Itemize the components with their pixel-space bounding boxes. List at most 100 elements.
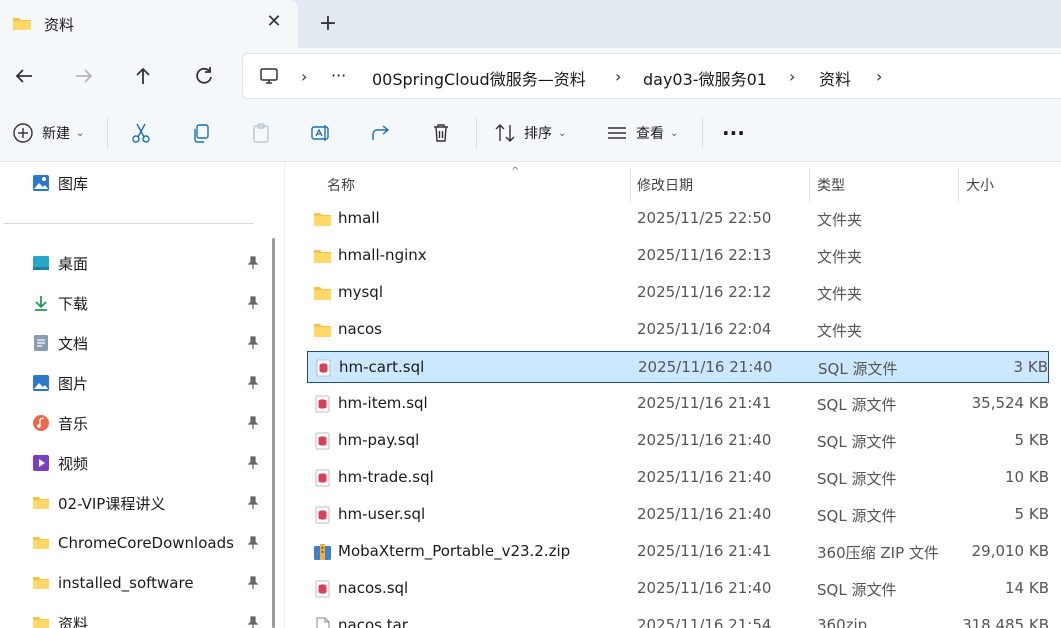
file-size: 5 KB — [1014, 431, 1049, 449]
file-name: hm-cart.sql — [339, 358, 425, 376]
back-button[interactable] — [10, 62, 38, 90]
column-divider[interactable] — [809, 168, 810, 202]
trash-icon — [434, 124, 448, 142]
paste-button[interactable] — [250, 117, 272, 149]
file-name: nacos — [338, 320, 382, 338]
toolbar-divider — [702, 118, 703, 148]
column-divider[interactable] — [630, 168, 631, 202]
breadcrumb-more[interactable]: ··· — [331, 66, 346, 85]
file-row[interactable]: mysql 2025/11/16 22:12 文件夹 — [307, 277, 1049, 309]
pin-icon[interactable] — [246, 256, 260, 270]
copy-button[interactable] — [190, 117, 212, 149]
file-row[interactable]: hm-pay.sql 2025/11/16 21:40 SQL 源文件 5 KB — [307, 425, 1049, 457]
arrow-up-icon — [136, 67, 150, 84]
file-row[interactable]: nacos.sql 2025/11/16 21:40 SQL 源文件 14 KB — [307, 573, 1049, 605]
file-row[interactable]: nacos 2025/11/16 22:04 文件夹 — [307, 314, 1049, 346]
folder-icon — [314, 250, 331, 263]
sort-button[interactable]: 排序 ⌄ — [494, 117, 566, 149]
file-row[interactable]: hm-trade.sql 2025/11/16 21:40 SQL 源文件 10 KB — [307, 462, 1049, 494]
cut-button[interactable] — [130, 117, 152, 149]
pin-icon[interactable] — [246, 536, 260, 550]
column-header-size[interactable]: 大小 — [966, 168, 1046, 202]
toolbar-divider — [476, 118, 477, 148]
pin-icon[interactable] — [246, 496, 260, 510]
file-type: 360压缩 ZIP 文件 — [817, 544, 939, 562]
sidebar-item-documents[interactable]: 文档 — [32, 331, 88, 355]
close-icon[interactable]: ✕ — [264, 12, 284, 32]
file-type: 文件夹 — [817, 322, 863, 340]
folder-icon — [33, 617, 49, 628]
column-header-name[interactable]: 名称 ^ — [327, 166, 633, 202]
pin-icon[interactable] — [246, 616, 260, 628]
sidebar-item-vip-course[interactable]: 02-VIP课程讲义 — [32, 491, 165, 515]
column-header-date[interactable]: 修改日期 — [637, 168, 807, 202]
address-bar[interactable]: › ··· 00SpringCloud微服务—资料 › day03-微服务01 … — [242, 53, 1061, 99]
file-date: 2025/11/16 21:40 — [637, 431, 772, 449]
folder-icon — [33, 537, 49, 549]
pin-icon[interactable] — [246, 336, 260, 350]
up-button[interactable] — [129, 62, 157, 90]
sidebar-item-materials[interactable]: 资料 — [32, 611, 88, 628]
sidebar-item-label: 下载 — [58, 294, 89, 313]
sidebar-item-installed-software[interactable]: installed_software — [32, 571, 194, 595]
file-row[interactable]: nacos.tar 2025/11/16 21:54 360zip 318,485 K… — [307, 610, 1049, 628]
pin-icon[interactable] — [246, 296, 260, 310]
rename-button[interactable] — [310, 117, 332, 149]
share-button[interactable] — [370, 117, 392, 149]
sidebar-item-pictures[interactable]: 图片 — [32, 371, 88, 395]
new-tab-button[interactable]: + — [316, 12, 340, 36]
file-date: 2025/11/16 21:40 — [638, 358, 773, 376]
folder-icon — [314, 213, 331, 226]
file-row[interactable]: hmall-nginx 2025/11/16 22:13 文件夹 — [307, 240, 1049, 272]
sidebar-item-videos[interactable]: 视频 — [32, 451, 88, 475]
share-icon — [372, 125, 390, 140]
column-header-label: 大小 — [966, 178, 994, 194]
file-name: hm-user.sql — [338, 505, 426, 523]
copy-icon — [194, 124, 209, 143]
view-button[interactable]: 查看 ⌄ — [606, 117, 678, 149]
more-options-button[interactable]: ··· — [722, 117, 745, 149]
breadcrumb-item[interactable]: 资料 — [819, 66, 851, 90]
pin-icon[interactable] — [246, 376, 260, 390]
file-size: 3 KB — [1013, 358, 1048, 376]
file-row[interactable]: MobaXterm_Portable_v23.2.zip 2025/11/16 2… — [307, 536, 1049, 568]
breadcrumb-item[interactable]: day03-微服务01 — [643, 66, 767, 90]
sidebar-scrollbar[interactable] — [272, 238, 275, 628]
file-row[interactable]: hm-user.sql 2025/11/16 21:40 SQL 源文件 5 KB — [307, 499, 1049, 531]
sidebar-item-label: 图片 — [58, 374, 89, 393]
forward-button[interactable] — [70, 62, 98, 90]
sidebar-item-gallery[interactable]: 图库 — [32, 171, 88, 195]
file-date: 2025/11/16 22:13 — [637, 246, 772, 264]
refresh-button[interactable] — [190, 62, 218, 90]
sidebar-item-music[interactable]: 音乐 — [32, 411, 88, 435]
download-icon — [35, 296, 47, 311]
folder-icon — [33, 577, 49, 589]
file-name: hmall-nginx — [338, 246, 427, 264]
sidebar-item-chrome-downloads[interactable]: ChromeCoreDownloads — [32, 531, 234, 555]
file-date: 2025/11/16 21:41 — [637, 394, 772, 412]
sidebar-item-downloads[interactable]: 下载 — [32, 291, 88, 315]
column-header-label: 名称 — [327, 178, 355, 194]
pin-icon[interactable] — [246, 416, 260, 430]
pin-icon[interactable] — [246, 576, 260, 590]
column-header-label: 修改日期 — [637, 178, 693, 194]
delete-button[interactable] — [430, 117, 452, 149]
column-header-type[interactable]: 类型 — [817, 168, 957, 202]
tab-active[interactable]: 资料 ✕ — [0, 0, 298, 48]
new-button[interactable]: 新建 ⌄ — [12, 117, 84, 149]
file-name: hmall — [338, 209, 380, 227]
breadcrumb-item[interactable]: 00SpringCloud微服务—资料 — [372, 66, 586, 90]
chevron-down-icon: ⌄ — [76, 127, 85, 139]
refresh-icon — [196, 67, 212, 84]
folder-icon — [314, 324, 331, 337]
chevron-right-icon: › — [789, 67, 796, 86]
file-row[interactable]: hmall 2025/11/25 22:50 文件夹 — [307, 203, 1049, 235]
column-divider[interactable] — [958, 168, 959, 202]
pin-icon[interactable] — [246, 456, 260, 470]
sidebar-item-desktop[interactable]: 桌面 — [32, 251, 88, 275]
chevron-right-icon: › — [615, 67, 622, 86]
file-row[interactable]: hm-item.sql 2025/11/16 21:41 SQL 源文件 35,524… — [307, 388, 1049, 420]
file-date: 2025/11/16 21:40 — [637, 468, 772, 486]
file-row[interactable]: hm-cart.sql 2025/11/16 21:40 SQL 源文件 3 KB — [307, 351, 1049, 383]
file-name: nacos.tar — [338, 616, 408, 628]
